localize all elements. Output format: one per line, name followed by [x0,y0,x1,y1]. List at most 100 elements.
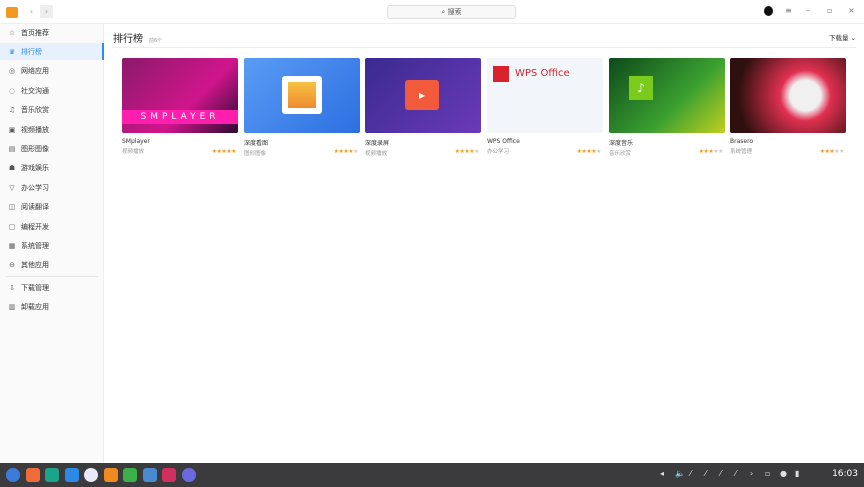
tray-icon[interactable]: ⁄ [705,469,706,478]
sidebar-divider [6,276,98,277]
app-card[interactable]: Brasero 系统管理 ★★★★★ [730,58,846,155]
sort-dropdown[interactable]: 下载量 ⌄ [829,32,856,42]
office-icon: ▽ [9,183,15,192]
tray-icon[interactable]: ▮ [795,469,799,478]
book-icon: ◫ [8,203,16,212]
sidebar-item[interactable]: ▥ 卸载应用 [0,298,104,315]
tray-icon[interactable]: 🔈 [675,469,685,478]
sidebar-item[interactable]: ▦ 系统管理 [0,237,104,254]
rating-stars: ★★★★★ [698,148,724,155]
sidebar-item-label: 系统管理 [21,241,49,250]
globe-icon: ◎ [8,67,16,76]
sidebar-item[interactable]: ♛ 排行榜 [0,43,104,61]
sidebar-item-label: 图形图像 [21,144,49,153]
gamepad-icon: ☗ [8,164,16,173]
tray-icon[interactable]: ⁄ [690,469,691,478]
tray-icon[interactable]: ▫ [765,469,770,478]
app-banner[interactable]: SMPLAYER [122,58,238,133]
app-name[interactable]: SMplayer [122,138,238,145]
app-card[interactable]: ♪ 深度音乐 音乐欣赏 ★★★★★ [609,58,725,157]
app-store-window: ‹ › ⌕ 搜索 ≡ – ▫ × ☆ 首页推荐 ♛ 排行榜 ◎ 网络应用 ◌ 社交沟通 ♫ 音乐欣… [0,0,864,463]
rating-stars: ★★★★★ [576,148,602,155]
music-icon: ♫ [8,106,16,115]
sidebar-item-label: 编程开发 [21,222,49,231]
app-banner[interactable] [244,58,360,133]
minimize-button[interactable]: – [806,6,810,15]
app-card[interactable]: SMPLAYER SMplayer 视频播放 ★★★★★ [122,58,238,155]
app-card[interactable]: WPS Office WPS Office 办公学习 ★★★★★ [487,58,603,155]
rating-stars: ★★★★★ [333,148,359,155]
sidebar-item[interactable]: ◌ 社交沟通 [0,82,104,99]
app-name[interactable]: WPS Office [487,138,603,145]
store-icon[interactable] [64,468,79,482]
system-icon: ▦ [8,241,16,250]
close-button[interactable]: × [848,6,855,15]
app-banner[interactable] [730,58,846,133]
tray-icon[interactable]: ● [780,469,787,478]
app-card[interactable]: 深度看图 图形图像 ★★★★★ [244,58,360,157]
maximize-button[interactable]: ▫ [827,6,832,15]
star-icon: ☆ [8,28,16,37]
tray-icon[interactable]: › [750,469,753,478]
app-icon[interactable] [25,468,40,482]
sidebar-item[interactable]: ☗ 游戏娱乐 [0,160,104,177]
back-button[interactable]: ‹ [25,5,38,18]
title-text: 排行榜 [113,34,143,45]
settings-icon[interactable] [181,468,196,482]
search-placeholder: 搜索 [447,8,462,16]
app-banner[interactable]: ♪ [609,58,725,133]
sidebar-item-label: 卸载应用 [21,302,49,311]
sidebar-item-label: 办公学习 [21,183,49,192]
app-banner[interactable]: ▸ [365,58,481,133]
other-icon: ⊖ [9,261,15,270]
app-icon[interactable] [142,468,157,482]
app-name[interactable]: 深度录屏 [365,138,481,147]
app-name[interactable]: 深度看图 [244,138,360,147]
chevron-down-icon: ⌄ [850,34,856,42]
sidebar-item-label: 其他应用 [21,261,49,270]
banner-text: WPS Office [515,68,570,79]
titlebar: ‹ › ⌕ 搜索 ≡ – ▫ × [0,0,864,24]
sidebar: ☆ 首页推荐 ♛ 排行榜 ◎ 网络应用 ◌ 社交沟通 ♫ 音乐欣赏 ▣ 视频播放 ▤ 图形图像 ☗ 游戏娱乐 ▽… [0,24,104,463]
tray-icon[interactable]: ⁄ [735,469,736,478]
app-name[interactable]: 深度音乐 [609,138,725,147]
app-banner[interactable]: WPS Office [487,58,603,133]
rating-stars: ★★★★★ [819,148,845,155]
app-icon[interactable] [123,468,137,482]
sidebar-item[interactable]: ⇩ 下载管理 [0,279,104,296]
launcher-icon[interactable] [6,468,20,482]
app-name[interactable]: Brasero [730,138,846,145]
sidebar-item[interactable]: ▢ 编程开发 [0,218,104,235]
sidebar-item[interactable]: ▣ 视频播放 [0,121,104,138]
tray-icon[interactable]: ◂ [660,469,664,478]
sidebar-item[interactable]: ⊖ 其他应用 [0,257,104,274]
page-title: 排行榜 前6个 [113,30,162,45]
app-icon[interactable] [162,468,176,482]
sidebar-item-label: 排行榜 [21,47,42,56]
sidebar-item-label: 视频播放 [21,125,49,134]
terminal-icon[interactable] [45,468,59,482]
sidebar-item[interactable]: ▽ 办公学习 [0,179,104,196]
app-logo-icon [6,7,18,18]
sidebar-item[interactable]: ◎ 网络应用 [0,63,104,80]
sidebar-item[interactable]: ♫ 音乐欣赏 [0,102,104,119]
sidebar-item[interactable]: ▤ 图形图像 [0,140,104,157]
sidebar-item-label: 音乐欣赏 [21,106,49,115]
clock[interactable]: 16:03 [832,469,858,479]
search-input[interactable]: ⌕ 搜索 [387,5,516,19]
sidebar-item[interactable]: ◫ 阅读翻译 [0,199,104,216]
user-avatar[interactable] [764,6,773,16]
tray-icon[interactable]: ⁄ [720,469,721,478]
menu-button[interactable]: ≡ [785,6,792,15]
files-icon[interactable] [103,468,118,482]
download-icon: ⇩ [9,283,15,292]
app-card[interactable]: ▸ 深度录屏 视频播放 ★★★★★ [365,58,481,157]
divider [112,47,856,48]
rating-stars: ★★★★★ [211,148,237,155]
browser-icon[interactable] [84,468,98,482]
taskbar: 16:03 ◂ 🔈 ⁄ ⁄ ⁄ ⁄ › ▫ ● ▮ [0,463,864,487]
sidebar-item-label: 社交沟通 [21,86,49,95]
forward-button[interactable]: › [40,5,53,18]
image-icon: ▤ [8,144,16,153]
sidebar-item[interactable]: ☆ 首页推荐 [0,24,104,41]
